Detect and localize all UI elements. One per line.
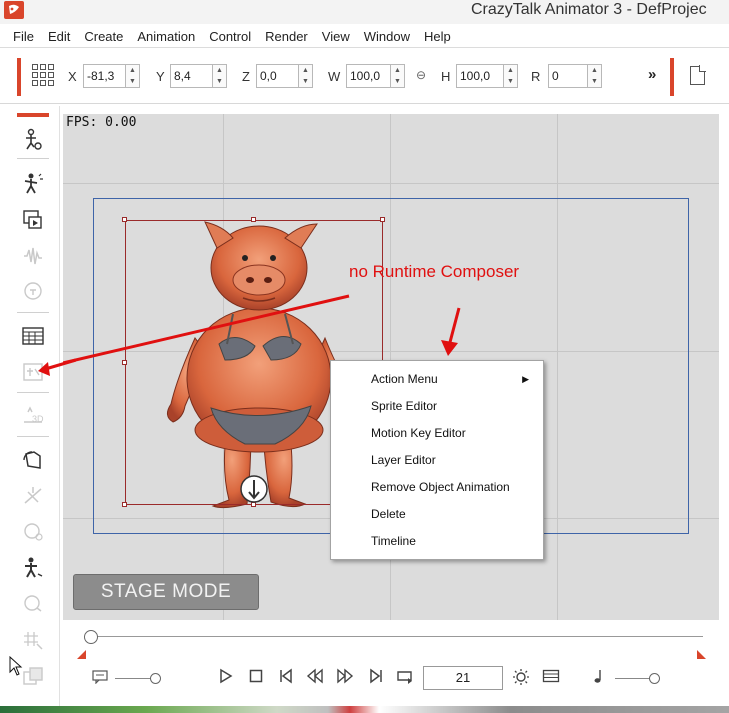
y-spinner[interactable]: ▲ ▼ [213,64,227,88]
menu-file[interactable]: File [13,29,34,44]
actor-settings-icon[interactable] [20,128,46,152]
w-field[interactable]: 100,0 [346,64,391,88]
link-scale-icon[interactable]: ⊖ [416,68,426,82]
tool-separator [17,392,49,393]
volume-slider-knob[interactable] [649,673,660,684]
menu-motion-key-editor[interactable]: Motion Key Editor [331,420,543,447]
flip-icon[interactable] [20,448,46,472]
sprite-editor-icon[interactable] [20,208,46,232]
timeline-panel-icon[interactable] [20,324,46,348]
left-tool-panel: 3D [0,106,60,706]
music-note-icon[interactable] [591,668,605,690]
timeline-scrubber[interactable] [63,624,719,664]
crazytalk-logo-icon[interactable] [4,1,24,19]
next-key-icon[interactable] [367,668,385,690]
h-field[interactable]: 100,0 [456,64,504,88]
y-field[interactable]: 8,4 [170,64,213,88]
range-start-marker[interactable] [77,650,86,659]
step-back-icon[interactable] [305,668,325,690]
tool-separator [17,436,49,437]
menu-render[interactable]: Render [265,29,308,44]
z-field[interactable]: 0,0 [256,64,299,88]
y-label: Y [156,69,165,84]
deform-grid-icon [20,628,46,652]
menu-remove-object-animation[interactable]: Remove Object Animation [331,474,543,501]
x-label: X [68,69,77,84]
context-menu: Action Menu ▶ Sprite Editor Motion Key Ed… [330,360,544,560]
step-forward-icon[interactable] [335,668,355,690]
menu-sprite-editor[interactable]: Sprite Editor [331,393,543,420]
loop-icon[interactable] [395,668,415,690]
menu-help[interactable]: Help [424,29,451,44]
menu-action-menu[interactable]: Action Menu ▶ [331,366,543,393]
x-spinner[interactable]: ▲ ▼ [126,64,140,88]
menu-animation[interactable]: Animation [137,29,195,44]
range-end-marker[interactable] [697,650,706,659]
tool-panel-accent-bar [17,113,49,117]
svg-text:3D: 3D [32,414,44,424]
menu-create[interactable]: Create [84,29,123,44]
brightness-icon[interactable] [511,668,531,692]
transform-toolbar: X -81,3 ▲ ▼ Y 8,4 ▲ ▼ Z 0,0 ▲ ▼ W 100,0 ▲ ▼ … [0,50,729,104]
h-label: H [441,69,451,84]
x-field[interactable]: -81,3 [83,64,126,88]
menu-window[interactable]: Window [364,29,410,44]
stop-icon[interactable] [247,668,265,690]
frame-number-field[interactable]: 21 [423,666,503,690]
toolbar-accent-bar [17,58,21,96]
toolbar-accent-bar-right [670,58,674,96]
previous-key-icon[interactable] [277,668,295,690]
timeline-settings-icon[interactable] [541,668,561,690]
subtitle-icon[interactable] [91,668,109,690]
menu-layer-editor[interactable]: Layer Editor [331,447,543,474]
audio-wave-icon [20,244,46,268]
align-grid-icon[interactable] [32,64,54,86]
w-spinner[interactable]: ▲ ▼ [391,64,405,88]
play-icon[interactable] [217,668,235,690]
submenu-arrow-icon: ▶ [522,374,529,384]
annotation-arrow-head [38,358,76,376]
speed-slider-knob[interactable] [150,673,161,684]
tool-separator [17,158,49,159]
w-label: W [328,69,341,84]
tool-separator [17,312,49,313]
speech-icon [20,280,46,304]
puppet-icon[interactable] [20,172,46,196]
stage-mode-button[interactable]: STAGE MODE [73,574,259,610]
z-label: Z [242,69,250,84]
z-spinner[interactable]: ▲ ▼ [299,64,313,88]
title-bar: CrazyTalk Animator 3 - DefProjec [0,0,729,24]
r-field[interactable]: 0 [548,64,588,88]
menu-edit[interactable]: Edit [48,29,70,44]
layer-icon [20,664,46,688]
bone-icon [20,484,46,508]
mouse-cursor-icon [9,656,23,676]
menu-bar: File Edit Create Animation Control Rende… [0,26,729,48]
menu-view[interactable]: View [322,29,350,44]
timeline-track [91,636,703,637]
h-spinner[interactable]: ▲ ▼ [504,64,518,88]
transport-bar: 21 [63,664,719,696]
new-page-icon[interactable] [690,65,706,85]
timeline-playhead[interactable] [84,630,98,644]
motion-pose-icon[interactable] [20,556,46,580]
more-tools-button[interactable]: » [648,66,656,83]
menu-delete[interactable]: Delete [331,501,543,528]
r-label: R [531,69,541,84]
r-spinner[interactable]: ▲ ▼ [588,64,602,88]
menu-timeline[interactable]: Timeline [331,528,543,555]
3d-head-icon: 3D [20,404,46,428]
head-rotate-icon [20,592,46,616]
window-title: CrazyTalk Animator 3 - DefProjec [471,1,707,18]
menu-control[interactable]: Control [209,29,251,44]
taskbar-strip [0,706,729,713]
face-key-icon [20,520,46,544]
